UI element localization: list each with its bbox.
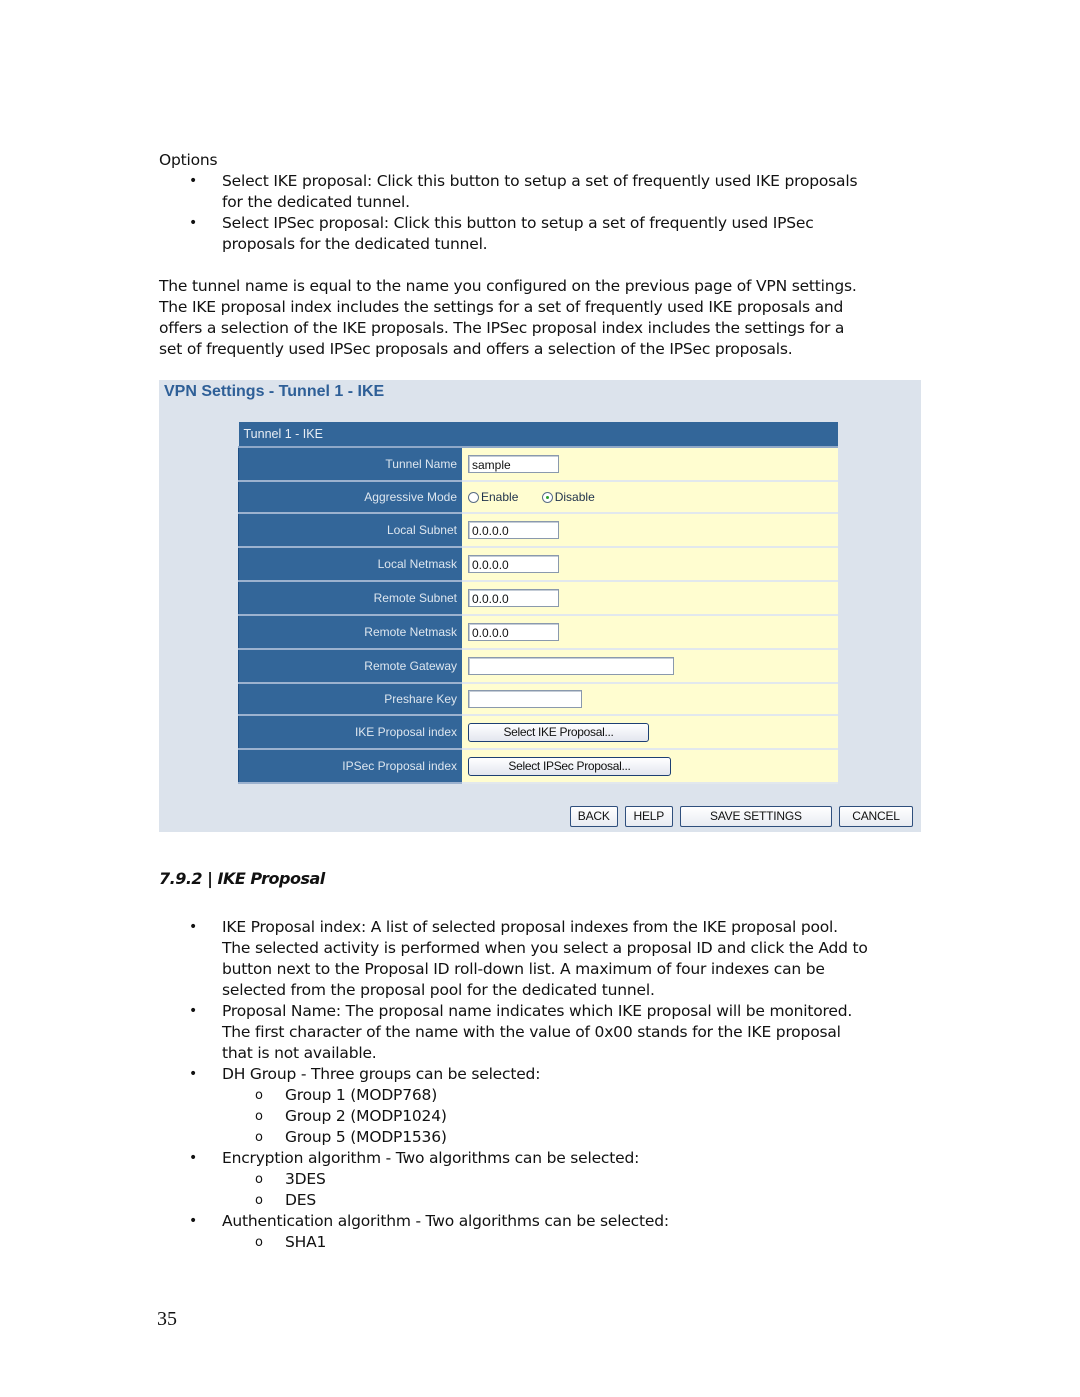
list-item-line: Encryption algorithm - Two algorithms ca…	[222, 1149, 640, 1167]
list-item-line: DH Group - Three groups can be selected:	[222, 1065, 541, 1083]
tunnel-name-label: Tunnel Name	[238, 447, 462, 482]
paragraph-line: offers a selection of the IKE proposals.…	[159, 319, 845, 337]
sublist-item: o Group 5 (MODP1536)	[255, 1128, 447, 1146]
sublist-item: o Group 2 (MODP1024)	[255, 1107, 447, 1125]
bullet-icon: •	[189, 1003, 198, 1019]
save-settings-button[interactable]: SAVE SETTINGS	[679, 806, 832, 827]
list-item: • Authentication algorithm - Two algorit…	[159, 1211, 929, 1232]
row-remote-gateway: Remote Gateway	[238, 649, 838, 684]
options-list: • Select IKE proposal: Click this button…	[159, 171, 929, 255]
cancel-button[interactable]: CANCEL	[839, 806, 913, 827]
dh-group-sublist: o Group 1 (MODP768) o Group 2 (MODP1024) o…	[159, 1085, 929, 1148]
help-button[interactable]: HELP	[624, 806, 673, 827]
bullet-icon: •	[189, 919, 198, 935]
bullet-icon: •	[189, 173, 198, 189]
remote-subnet-input[interactable]: 0.0.0.0	[468, 589, 559, 607]
sublist-item: o Group 1 (MODP768)	[255, 1086, 438, 1104]
row-remote-subnet: Remote Subnet 0.0.0.0	[238, 581, 838, 616]
bullet-icon: •	[189, 1150, 198, 1166]
remote-gateway-input[interactable]	[468, 657, 674, 675]
remote-netmask-label: Remote Netmask	[238, 615, 462, 650]
sublist-item: o DES	[255, 1191, 316, 1209]
local-subnet-input[interactable]: 0.0.0.0	[468, 521, 559, 539]
encryption-sublist: o 3DES o DES	[159, 1169, 929, 1211]
paragraph-line: The IKE proposal index includes the sett…	[159, 298, 844, 316]
row-preshare-key: Preshare Key	[238, 683, 838, 716]
preshare-key-label: Preshare Key	[238, 683, 462, 716]
back-button[interactable]: BACK	[569, 806, 618, 827]
circle-bullet-icon: o	[255, 1172, 263, 1187]
list-item: • Select IPSec proposal: Click this butt…	[159, 213, 929, 255]
disable-radio-label[interactable]: Disable	[555, 490, 595, 504]
list-item-line: The selected activity is performed when …	[222, 939, 868, 957]
enable-radio-label[interactable]: Enable	[481, 490, 518, 504]
local-subnet-label: Local Subnet	[238, 513, 462, 548]
list-item: • Proposal Name: The proposal name indic…	[159, 1001, 929, 1064]
circle-bullet-icon: o	[255, 1130, 263, 1145]
bullet-icon: •	[189, 1213, 198, 1229]
list-item: • IKE Proposal index: A list of selected…	[159, 917, 929, 1001]
remote-subnet-label: Remote Subnet	[238, 581, 462, 616]
authentication-sublist: o SHA1	[159, 1232, 929, 1253]
vpn-panel-title: VPN Settings - Tunnel 1 - IKE	[164, 383, 385, 400]
list-item-line: Proposal Name: The proposal name indicat…	[222, 1002, 853, 1020]
ipsec-proposal-index-label: IPSec Proposal index	[238, 749, 462, 784]
list-item-line: for the dedicated tunnel.	[222, 193, 410, 211]
list-item: • Select IKE proposal: Click this button…	[159, 171, 929, 213]
row-remote-netmask: Remote Netmask 0.0.0.0	[238, 615, 838, 650]
list-item: • Encryption algorithm - Two algorithms …	[159, 1148, 929, 1169]
tunnel-name-input[interactable]: sample	[468, 455, 559, 473]
list-item-line: Select IPSec proposal: Click this button…	[222, 214, 814, 232]
preshare-key-input[interactable]	[468, 690, 582, 708]
local-netmask-label: Local Netmask	[238, 547, 462, 582]
select-ike-proposal-button[interactable]: Select IKE Proposal...	[468, 722, 649, 742]
bullet-icon: •	[189, 1066, 198, 1082]
remote-gateway-label: Remote Gateway	[238, 649, 462, 684]
paragraph-line: The tunnel name is equal to the name you…	[159, 277, 857, 295]
ike-proposal-list: • IKE Proposal index: A list of selected…	[159, 917, 929, 1253]
sublist-container: o Group 1 (MODP768) o Group 2 (MODP1024) o…	[159, 1085, 929, 1148]
ike-proposal-index-label: IKE Proposal index	[238, 715, 462, 750]
select-ipsec-proposal-button[interactable]: Select IPSec Proposal...	[468, 756, 671, 776]
page-number: 35	[157, 1308, 177, 1330]
list-item-line: Authentication algorithm - Two algorithm…	[222, 1212, 669, 1230]
sublist-container: o 3DES o DES	[159, 1169, 929, 1211]
row-aggressive-mode: Aggressive Mode Enable Disable	[238, 481, 838, 514]
options-title: Options	[159, 151, 218, 169]
row-tunnel-name: Tunnel Name sample	[238, 447, 838, 482]
aggressive-mode-label: Aggressive Mode	[238, 481, 462, 514]
row-local-subnet: Local Subnet 0.0.0.0	[238, 513, 838, 548]
list-item-line: IKE Proposal index: A list of selected p…	[222, 918, 838, 936]
list-item-line: that is not available.	[222, 1044, 377, 1062]
enable-radio[interactable]	[468, 491, 479, 503]
table-header: Tunnel 1 - IKE	[238, 422, 838, 448]
panel-button-bar: BACK HELP SAVE SETTINGS CANCEL	[568, 805, 913, 827]
vpn-settings-screenshot: VPN Settings - Tunnel 1 - IKE Tunnel 1 -…	[159, 380, 921, 832]
list-item-line: Select IKE proposal: Click this button t…	[222, 172, 858, 190]
circle-bullet-icon: o	[255, 1088, 263, 1103]
bullet-icon: •	[189, 215, 198, 231]
sublist-item: o SHA1	[255, 1233, 327, 1251]
intro-paragraph: The tunnel name is equal to the name you…	[159, 276, 929, 360]
local-netmask-input[interactable]: 0.0.0.0	[468, 555, 559, 573]
list-item-line: button next to the Proposal ID roll-down…	[222, 960, 825, 978]
tunnel-ike-table: Tunnel 1 - IKE Tunnel Name sample Aggres…	[238, 422, 838, 784]
remote-netmask-input[interactable]: 0.0.0.0	[468, 623, 559, 641]
disable-radio[interactable]	[541, 491, 553, 503]
circle-bullet-icon: o	[255, 1235, 263, 1250]
row-ike-proposal-index: IKE Proposal index Select IKE Proposal..…	[238, 715, 838, 750]
list-item: • DH Group - Three groups can be selecte…	[159, 1064, 929, 1085]
circle-bullet-icon: o	[255, 1109, 263, 1124]
sublist-container: o SHA1	[159, 1232, 929, 1253]
section-heading: 7.9.2 | IKE Proposal	[159, 869, 325, 888]
row-ipsec-proposal-index: IPSec Proposal index Select IPSec Propos…	[238, 749, 838, 784]
list-item-line: The first character of the name with the…	[222, 1023, 841, 1041]
row-local-netmask: Local Netmask 0.0.0.0	[238, 547, 838, 582]
list-item-line: proposals for the dedicated tunnel.	[222, 235, 488, 253]
paragraph-line: set of frequently used IPSec proposals a…	[159, 340, 793, 358]
circle-bullet-icon: o	[255, 1193, 263, 1208]
sublist-item: o 3DES	[255, 1170, 326, 1188]
list-item-line: selected from the proposal pool for the …	[222, 981, 655, 999]
